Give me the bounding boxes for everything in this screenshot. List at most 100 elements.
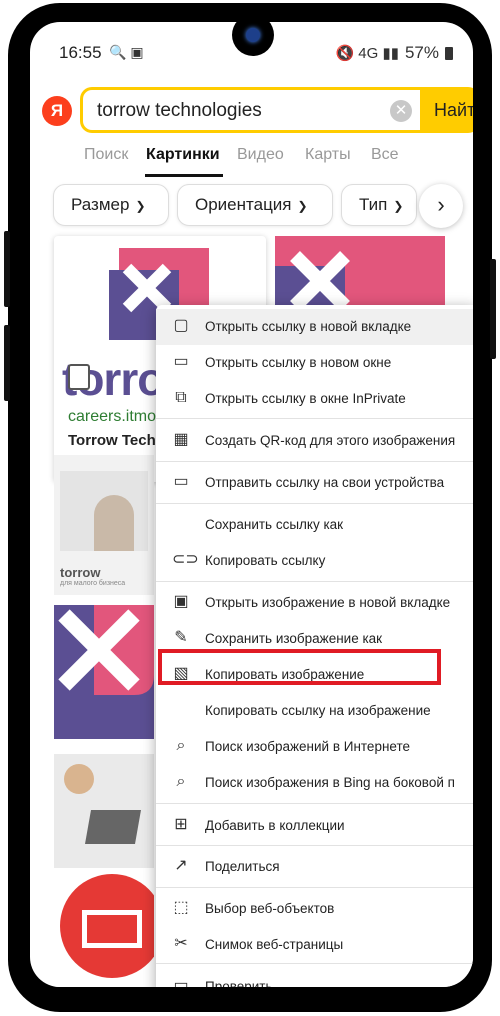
- torrow-logo-icon: [54, 605, 154, 739]
- menu-item-label: Копировать ссылку на изображение: [205, 703, 431, 718]
- menu-divider: [156, 845, 473, 846]
- phone-screen: 16:55 🔍 ▣ 🔇 4G ▮▮ 57% Я torrow technolog…: [30, 22, 473, 987]
- menu-item-label: Поиск изображений в Интернете: [205, 739, 411, 754]
- menu-item-label: Открыть ссылку в новой вкладке: [205, 319, 412, 334]
- search-query: torrow technologies: [97, 100, 262, 121]
- laptop-image: [85, 810, 141, 844]
- chevron-down-icon: ❯: [135, 199, 146, 213]
- bing-sidebar-icon: ⌕: [176, 773, 186, 790]
- inprivate-icon: ⧉: [175, 389, 187, 406]
- filter-bar: Размер ❯ Ориентация ❯ Тип ❯ ›: [30, 184, 473, 234]
- menu-divider: [156, 418, 473, 419]
- menu-item-label: Открыть ссылку в новом окне: [205, 355, 392, 370]
- inspect-icon: ▭: [173, 977, 189, 987]
- bookmark-icon[interactable]: [68, 364, 90, 390]
- image-result[interactable]: [54, 605, 154, 739]
- menu-divider: [156, 963, 473, 964]
- menu-share[interactable]: ↗ Поделиться: [156, 849, 473, 885]
- menu-search-image-bing[interactable]: ⌕ Поиск изображения в Bing на боковой п: [156, 765, 473, 801]
- image-result[interactable]: torrow для малого бизнеса: [54, 455, 154, 595]
- filter-orientation[interactable]: Ориентация ❯: [177, 184, 333, 226]
- devices-icon: ▭: [173, 473, 189, 490]
- web-select-icon: ⬚: [173, 899, 189, 916]
- tab-images[interactable]: Картинки: [146, 146, 220, 164]
- menu-add-to-collections[interactable]: ⊞ Добавить в коллекции: [156, 808, 473, 844]
- menu-open-link-new-tab[interactable]: ▢ Открыть ссылку в новой вкладке: [156, 309, 473, 345]
- battery-percent: 57%: [404, 43, 439, 62]
- person-image: [94, 495, 134, 551]
- menu-create-qr[interactable]: ▦ Создать QR-код для этого изображения: [156, 423, 473, 459]
- active-tab-indicator: [145, 174, 223, 177]
- menu-open-link-new-window[interactable]: ▭ Открыть ссылку в новом окне: [156, 345, 473, 381]
- menu-copy-link[interactable]: ⊂⊃ Копировать ссылку: [156, 543, 473, 579]
- image-search-icon: ⌕: [176, 737, 186, 754]
- menu-divider: [156, 461, 473, 462]
- volume-button: [4, 231, 10, 307]
- find-button[interactable]: Найти: [420, 87, 473, 133]
- menu-item-label: Добавить в коллекции: [205, 818, 345, 833]
- menu-web-select[interactable]: ⬚ Выбор веб-объектов: [156, 891, 473, 927]
- menu-save-link-as[interactable]: Сохранить ссылку как: [156, 507, 473, 543]
- menu-open-link-inprivate[interactable]: ⧉ Открыть ссылку в окне InPrivate: [156, 381, 473, 417]
- menu-search-image-web[interactable]: ⌕ Поиск изображений в Интернете: [156, 729, 473, 765]
- context-menu: ▢ Открыть ссылку в новой вкладке ▭ Откры…: [156, 305, 473, 987]
- menu-item-label: Создать QR-код для этого изображения: [205, 433, 456, 448]
- image-tab-icon: ▣: [173, 593, 189, 610]
- filter-type-label: Тип: [359, 195, 388, 214]
- front-camera: [232, 14, 274, 56]
- qr-code-icon: ▦: [173, 431, 189, 448]
- clear-icon[interactable]: ✕: [390, 100, 412, 122]
- result-domain[interactable]: careers.itmo: [68, 408, 156, 426]
- battery-icon: [445, 46, 453, 60]
- volume-button: [4, 325, 10, 401]
- tab-all[interactable]: Все: [371, 146, 399, 164]
- menu-divider: [156, 887, 473, 888]
- new-window-icon: ▭: [173, 353, 189, 370]
- collections-icon: ⊞: [174, 816, 188, 833]
- result-title[interactable]: Torrow Tech: [68, 432, 156, 449]
- status-right-icons: 🔇 4G ▮▮ 57%: [335, 43, 453, 63]
- screenshot-icon: ✂: [174, 935, 188, 952]
- link-icon: ⊂⊃: [172, 551, 199, 568]
- signal-icons: 🔇 4G ▮▮: [335, 45, 399, 62]
- result-caption: для малого бизнеса: [60, 580, 126, 587]
- tab-maps[interactable]: Карты: [305, 146, 351, 164]
- image-result[interactable]: [54, 754, 154, 882]
- tab-search[interactable]: Поиск: [84, 146, 128, 164]
- menu-item-label: Поделиться: [205, 859, 280, 874]
- menu-item-label: Выбор веб-объектов: [205, 901, 335, 916]
- chevron-down-icon: ❯: [393, 199, 404, 213]
- menu-send-to-devices[interactable]: ▭ Отправить ссылку на свои устройства: [156, 465, 473, 501]
- menu-open-image-new-tab[interactable]: ▣ Открыть изображение в новой вкладке: [156, 585, 473, 621]
- image-result[interactable]: [54, 868, 154, 987]
- menu-item-label: Отправить ссылку на свои устройства: [205, 475, 445, 490]
- result-logo-text: torrow: [60, 565, 101, 580]
- chevron-right-icon[interactable]: ›: [419, 184, 463, 228]
- status-left-icons: 🔍 ▣: [109, 44, 144, 60]
- status-time: 16:55: [59, 43, 102, 62]
- new-tab-icon: ▢: [173, 317, 189, 334]
- menu-item-label: Открыть ссылку в окне InPrivate: [205, 391, 406, 406]
- menu-inspect[interactable]: ▭ Проверить: [156, 969, 473, 987]
- share-icon: ↗: [174, 857, 188, 874]
- person-image: [64, 764, 94, 794]
- menu-item-label: Копировать ссылку: [205, 553, 326, 568]
- search-tabs: Поиск Картинки Видео Карты Все: [30, 140, 473, 180]
- menu-item-label: Снимок веб-страницы: [205, 937, 344, 952]
- search-input[interactable]: torrow technologies ✕: [80, 87, 420, 133]
- save-image-icon: ✎: [174, 629, 188, 646]
- menu-divider: [156, 581, 473, 582]
- menu-web-capture[interactable]: ✂ Снимок веб-страницы: [156, 927, 473, 963]
- filter-type[interactable]: Тип ❯: [341, 184, 417, 226]
- menu-divider: [156, 803, 473, 804]
- menu-item-label: Проверить: [205, 979, 273, 987]
- menu-divider: [156, 503, 473, 504]
- menu-item-label: Сохранить изображение как: [205, 631, 383, 646]
- menu-item-label: Поиск изображения в Bing на боковой п: [205, 775, 455, 790]
- filter-size[interactable]: Размер ❯: [53, 184, 169, 226]
- tab-video[interactable]: Видео: [237, 146, 284, 164]
- menu-copy-image-link[interactable]: Копировать ссылку на изображение: [156, 693, 473, 729]
- app-icon-glyph: [82, 910, 142, 948]
- filter-orientation-label: Ориентация: [195, 195, 292, 214]
- yandex-logo-icon[interactable]: Я: [42, 96, 72, 126]
